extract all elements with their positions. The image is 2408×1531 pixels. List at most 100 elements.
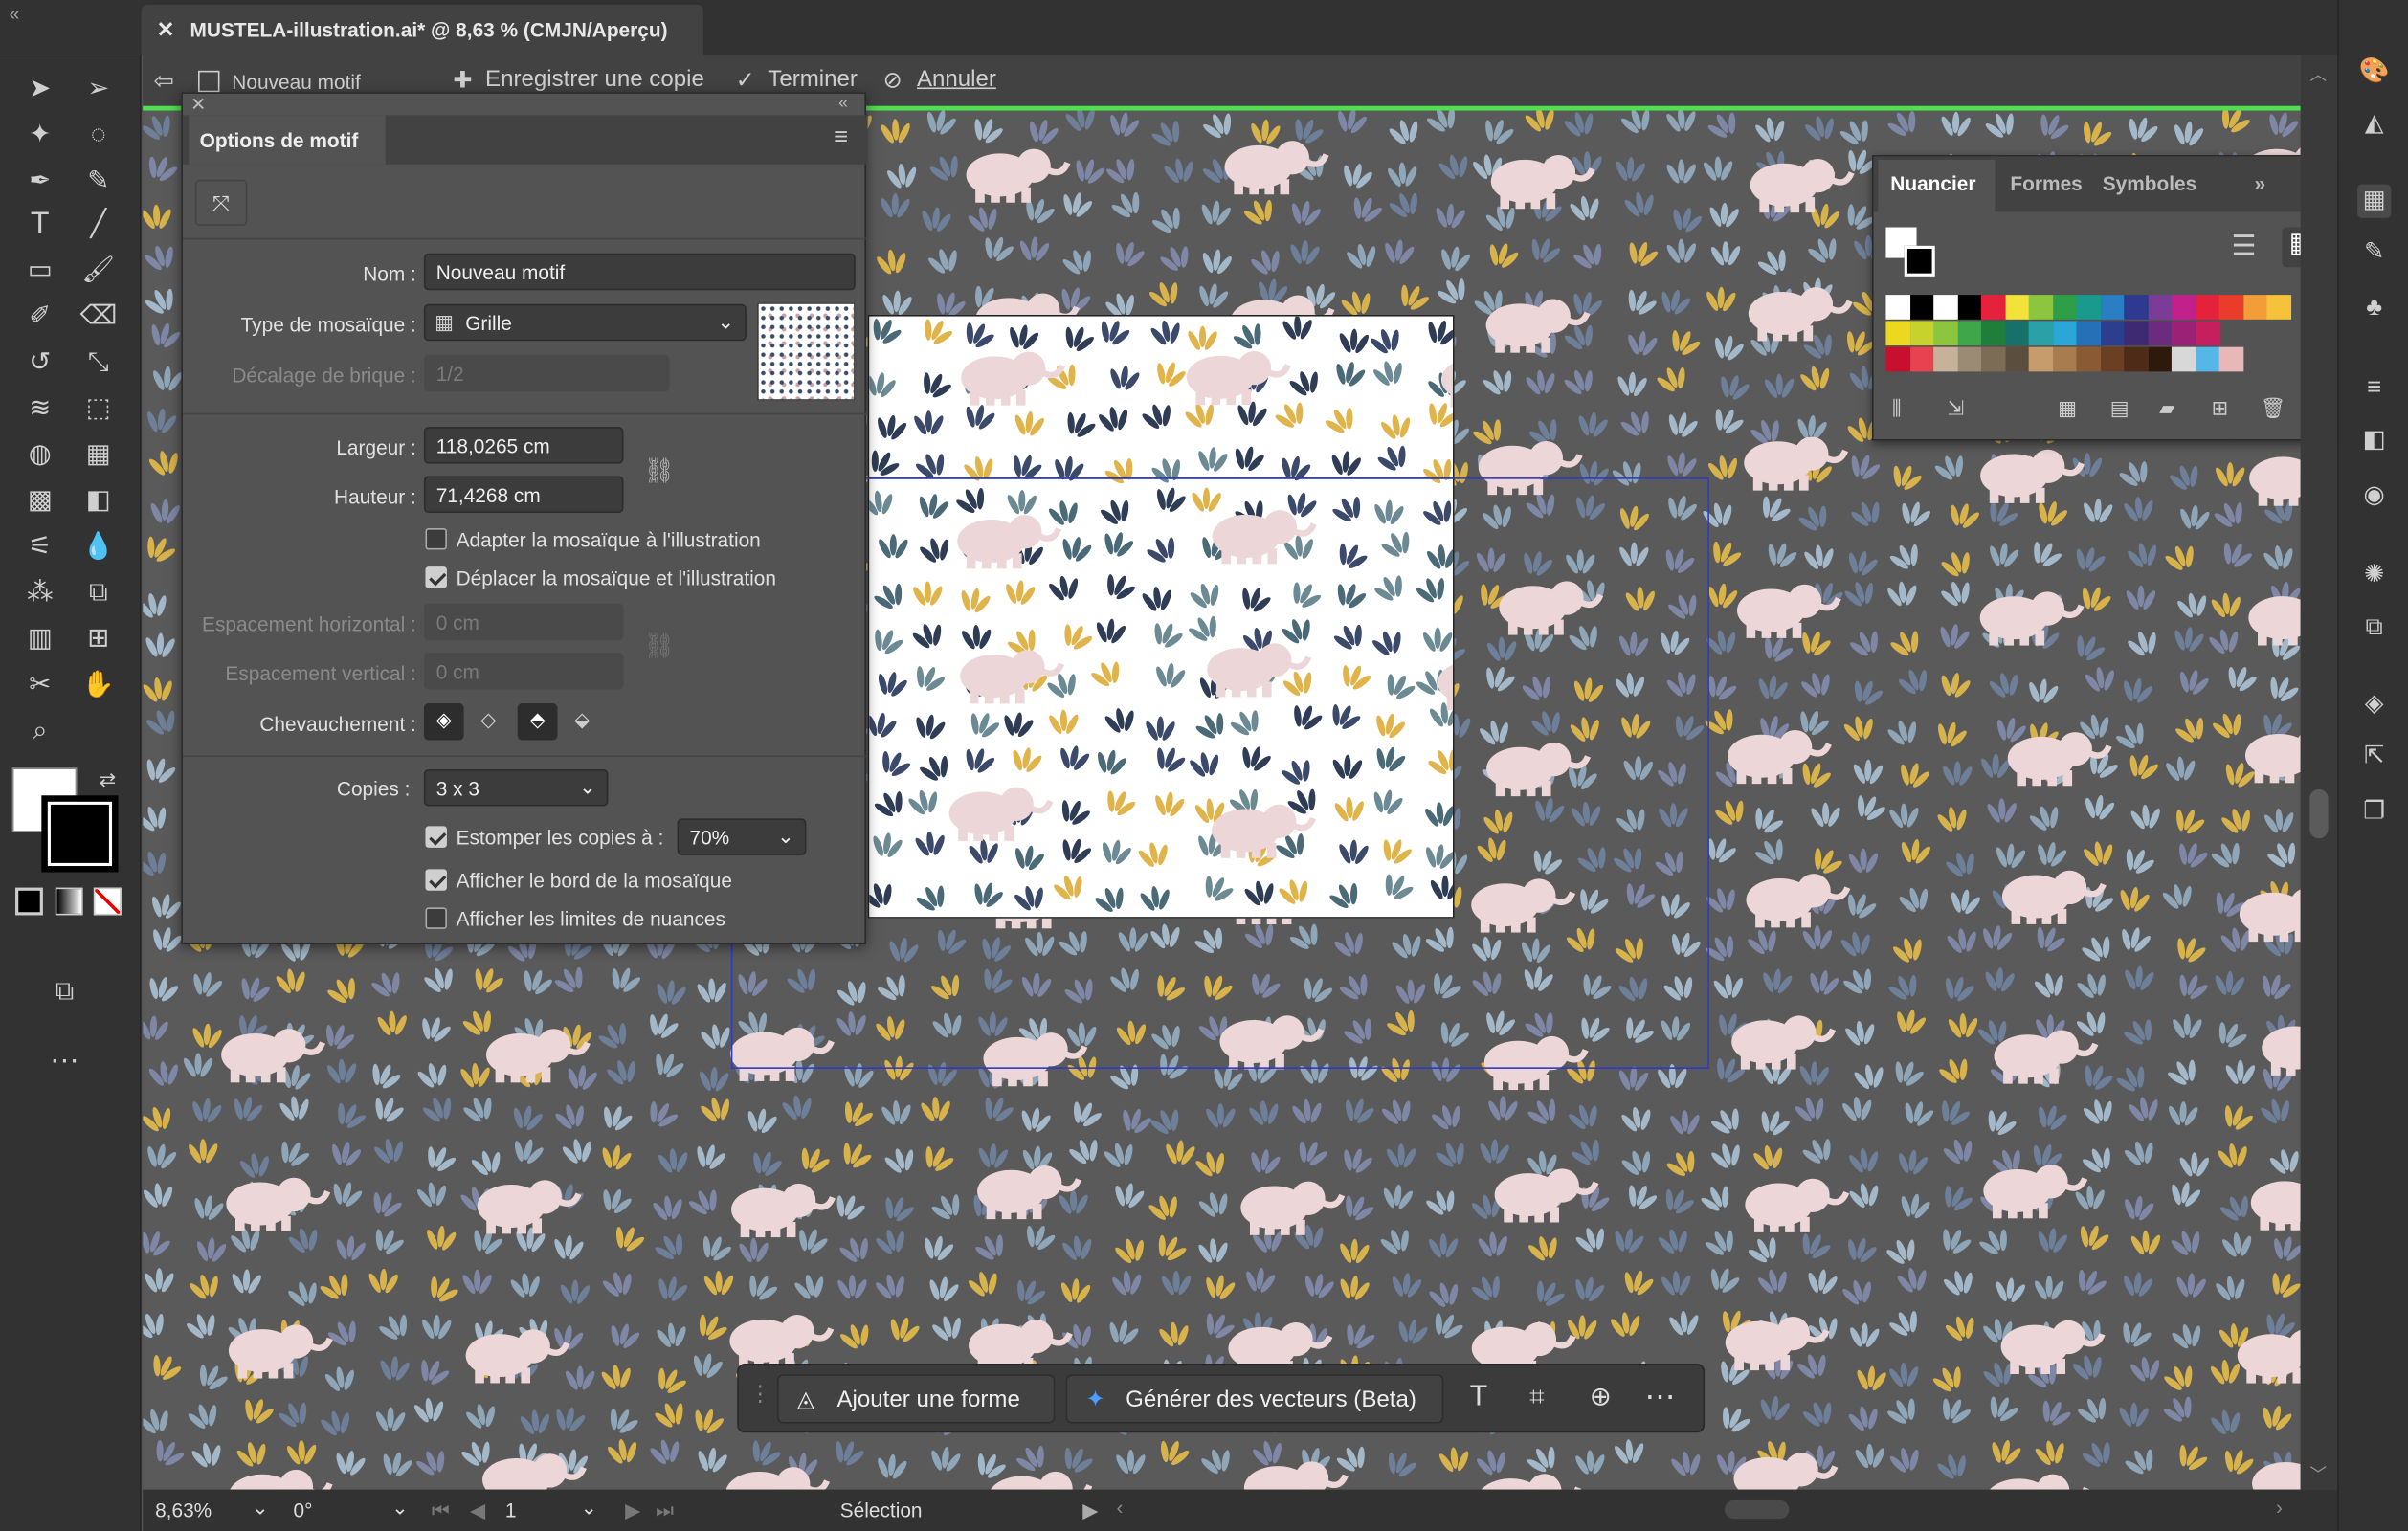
- height-field[interactable]: 71,4268 cm: [423, 476, 624, 514]
- color-swatch[interactable]: [1980, 321, 2006, 346]
- color-swatch[interactable]: [2100, 321, 2125, 346]
- transparency-icon[interactable]: ◉: [2357, 479, 2391, 513]
- color-swatch[interactable]: [2052, 295, 2078, 320]
- color-mode-icon[interactable]: [15, 887, 43, 916]
- tab-nuancier[interactable]: Nuancier: [1890, 172, 1975, 195]
- pen-tool-icon[interactable]: ✒: [21, 163, 58, 200]
- color-swatch[interactable]: [2124, 321, 2149, 346]
- document-tab[interactable]: ✕ MUSTELA-illustration.ai* @ 8,63 % (CMJ…: [141, 4, 703, 55]
- color-swatch[interactable]: [2076, 346, 2102, 372]
- mesh-tool-icon[interactable]: ▩: [21, 482, 58, 520]
- artboards-icon[interactable]: ❐: [2357, 795, 2391, 829]
- new-swatch-icon[interactable]: ⊞: [2212, 396, 2229, 421]
- zoom-tool-icon[interactable]: ⌕: [21, 713, 58, 750]
- expand-icon[interactable]: »: [2255, 172, 2266, 195]
- color-swatch[interactable]: [2004, 346, 2030, 372]
- panel-tab[interactable]: Options de motif: [189, 115, 386, 165]
- stroke-swatch[interactable]: [1904, 245, 1935, 277]
- panel-menu-icon[interactable]: ≡: [834, 124, 848, 152]
- swatch-options-icon[interactable]: ▤: [2110, 396, 2129, 421]
- type-tool-icon[interactable]: T: [21, 206, 58, 243]
- color-swatch[interactable]: [2052, 321, 2078, 346]
- color-swatch[interactable]: [2100, 295, 2125, 320]
- tile-tool-icon[interactable]: ⤧: [194, 179, 248, 226]
- color-swatch[interactable]: [2028, 295, 2054, 320]
- cancel-button[interactable]: Annuler: [917, 66, 996, 92]
- add-shape-button[interactable]: ◬ Ajouter une forme: [776, 1374, 1056, 1424]
- perspective-grid-icon[interactable]: ▦: [79, 436, 117, 474]
- rectangle-tool-icon[interactable]: ▭: [21, 252, 58, 289]
- scroll-up-icon[interactable]: ︿: [2309, 61, 2327, 86]
- direct-selection-tool-icon[interactable]: ➢: [79, 71, 117, 108]
- color-swatch[interactable]: [2004, 321, 2030, 346]
- chevron-down-icon[interactable]: ⌄: [391, 1496, 409, 1520]
- name-field[interactable]: Nouveau motif: [423, 253, 856, 291]
- color-swatch[interactable]: [2266, 295, 2292, 320]
- tab-formes[interactable]: Formes: [2010, 172, 2082, 195]
- color-swatch[interactable]: [1909, 295, 1934, 320]
- color-guide-icon[interactable]: ◭: [2357, 107, 2391, 141]
- collapse-tools-icon[interactable]: «: [10, 3, 20, 24]
- horizontal-scroll-thumb[interactable]: [1724, 1499, 1790, 1520]
- color-swatch[interactable]: [2171, 321, 2196, 346]
- scroll-left-icon[interactable]: ‹: [1117, 1496, 1124, 1519]
- color-swatch[interactable]: [2028, 321, 2054, 346]
- back-arrow-icon[interactable]: ⇦: [153, 66, 174, 97]
- selection-tool-icon[interactable]: ➤: [21, 71, 58, 108]
- show-swatch-bounds-checkbox[interactable]: [425, 907, 447, 929]
- collapse-icon[interactable]: «: [838, 94, 848, 112]
- swap-fill-stroke-icon[interactable]: ⇄: [89, 762, 126, 799]
- shaper-tool-icon[interactable]: ✐: [21, 298, 58, 335]
- artboard-tool-icon[interactable]: ⊞: [79, 620, 117, 657]
- rotation-value[interactable]: 0°: [293, 1498, 312, 1521]
- color-swatch[interactable]: [2218, 346, 2244, 372]
- swatch-kind-icon[interactable]: ▦: [2058, 396, 2077, 421]
- color-swatch[interactable]: [2242, 295, 2268, 320]
- drag-handle-icon[interactable]: ⋮: [749, 1381, 770, 1407]
- color-swatch[interactable]: [1980, 295, 2006, 320]
- color-swatch[interactable]: [1933, 295, 1958, 320]
- color-swatch[interactable]: [2124, 346, 2149, 372]
- scroll-thumb[interactable]: [2309, 788, 2329, 839]
- color-swatch[interactable]: [2195, 346, 2220, 372]
- next-artboard-icon[interactable]: ▶: [625, 1498, 640, 1523]
- generate-vectors-button[interactable]: ✦ Générer des vecteurs (Beta): [1065, 1374, 1444, 1424]
- add-image-icon[interactable]: ⊕: [1590, 1382, 1612, 1412]
- width-field[interactable]: 118,0265 cm: [423, 427, 624, 464]
- color-swatch[interactable]: [2218, 295, 2244, 320]
- lasso-icon[interactable]: ◌: [79, 117, 117, 154]
- h-spacing-field[interactable]: 0 cm: [423, 603, 624, 641]
- scroll-down-icon[interactable]: ﹀: [2309, 1462, 2327, 1487]
- color-swatch[interactable]: [2195, 321, 2220, 346]
- dim-copies-checkbox[interactable]: [425, 826, 447, 848]
- import-icon[interactable]: ⇲: [1948, 396, 1965, 421]
- live-paint-icon[interactable]: ⧉: [79, 574, 117, 611]
- color-swatch[interactable]: [2124, 295, 2149, 320]
- color-swatch[interactable]: [1957, 346, 1982, 372]
- chevron-down-icon[interactable]: ⌄: [252, 1496, 269, 1520]
- copies-select[interactable]: 3 x 3 ⌄: [423, 769, 609, 807]
- color-swatch[interactable]: [2076, 321, 2102, 346]
- gradient-icon[interactable]: ◧: [2357, 424, 2391, 457]
- artboard-number[interactable]: 1: [505, 1498, 517, 1521]
- link-icon[interactable]: ⛓: [643, 456, 675, 487]
- color-swatch[interactable]: [1933, 321, 1958, 346]
- dim-copies-select[interactable]: 70% ⌄: [677, 818, 807, 855]
- crop-icon[interactable]: ⌗: [1529, 1382, 1544, 1412]
- color-swatch[interactable]: [2148, 321, 2173, 346]
- slice-tool-icon[interactable]: ✂: [21, 666, 58, 703]
- overlap-left-icon[interactable]: ◈: [423, 702, 464, 741]
- color-swatch[interactable]: [2004, 295, 2030, 320]
- more-options-icon[interactable]: ⋯: [1645, 1378, 1676, 1416]
- stroke-icon[interactable]: ≡: [2357, 371, 2391, 405]
- move-tile-checkbox[interactable]: [425, 566, 447, 588]
- line-tool-icon[interactable]: ╱: [79, 206, 117, 243]
- color-swatch[interactable]: [2195, 295, 2220, 320]
- color-swatch[interactable]: [2171, 346, 2196, 372]
- symbol-sprayer-icon[interactable]: ⁂: [21, 574, 58, 611]
- overlap-right-icon[interactable]: ◇: [468, 703, 508, 741]
- tile-type-select[interactable]: ▦ Grille ⌄: [423, 303, 747, 342]
- gradient-mode-icon[interactable]: [55, 887, 83, 916]
- v-spacing-field[interactable]: 0 cm: [423, 653, 624, 690]
- vertical-scrollbar[interactable]: ︿ ﹀: [2300, 55, 2338, 1490]
